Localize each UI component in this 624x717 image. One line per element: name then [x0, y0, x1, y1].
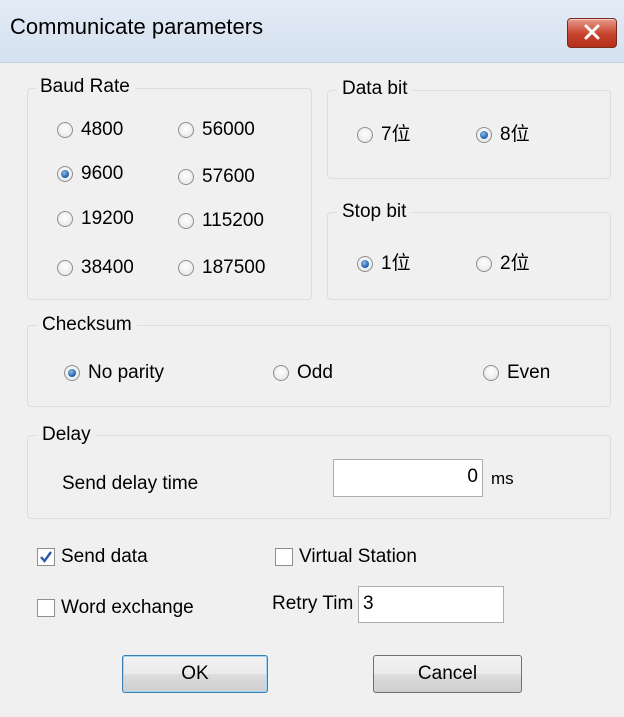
checksum-legend: Checksum: [37, 314, 137, 336]
radio-icon: [476, 256, 492, 272]
virtual-station-checkbox[interactable]: Virtual Station: [275, 546, 417, 568]
baud-rate-legend: Baud Rate: [35, 76, 135, 98]
baud-187500-radio[interactable]: 187500: [178, 257, 265, 279]
ok-button[interactable]: OK: [122, 655, 268, 693]
close-icon: [584, 24, 600, 40]
data-bit-8-radio[interactable]: 8位: [476, 124, 530, 146]
radio-icon: [178, 169, 194, 185]
radio-icon: [57, 211, 73, 227]
send-delay-label: Send delay time: [62, 473, 199, 494]
radio-icon: [483, 365, 499, 381]
delay-legend: Delay: [37, 424, 96, 446]
baud-115200-radio[interactable]: 115200: [178, 210, 264, 232]
radio-icon: [357, 127, 373, 143]
data-bit-legend: Data bit: [337, 78, 413, 100]
radio-icon: [273, 365, 289, 381]
checksum-no-parity-radio[interactable]: No parity: [64, 362, 164, 384]
close-button[interactable]: [567, 18, 617, 48]
checkbox-icon: [37, 599, 55, 617]
delay-unit-label: ms: [491, 469, 514, 488]
radio-selected-icon: [357, 256, 373, 272]
baud-57600-radio[interactable]: 57600: [178, 166, 255, 188]
radio-icon: [178, 122, 194, 138]
stop-bit-1-radio[interactable]: 1位: [357, 253, 411, 275]
word-exchange-checkbox[interactable]: Word exchange: [37, 597, 194, 619]
baud-38400-radio[interactable]: 38400: [57, 257, 134, 279]
checksum-odd-radio[interactable]: Odd: [273, 362, 333, 384]
baud-4800-radio[interactable]: 4800: [57, 119, 123, 141]
baud-19200-radio[interactable]: 19200: [57, 208, 134, 230]
radio-selected-icon: [64, 365, 80, 381]
stop-bit-2-radio[interactable]: 2位: [476, 253, 530, 275]
retry-time-input[interactable]: 3: [358, 586, 504, 623]
radio-icon: [57, 122, 73, 138]
radio-selected-icon: [57, 166, 73, 182]
radio-selected-icon: [476, 127, 492, 143]
title-bar: Communicate parameters: [0, 0, 624, 63]
window-title: Communicate parameters: [10, 14, 264, 39]
send-delay-input[interactable]: 0: [333, 459, 483, 497]
checksum-even-radio[interactable]: Even: [483, 362, 550, 384]
baud-9600-radio[interactable]: 9600: [57, 163, 123, 185]
checkbox-checked-icon: [37, 548, 55, 566]
radio-icon: [178, 260, 194, 276]
radio-icon: [178, 213, 194, 229]
retry-time-label: Retry Tim: [272, 593, 354, 614]
cancel-button[interactable]: Cancel: [373, 655, 522, 693]
checkbox-icon: [275, 548, 293, 566]
radio-icon: [57, 260, 73, 276]
data-bit-7-radio[interactable]: 7位: [357, 124, 411, 146]
send-data-checkbox[interactable]: Send data: [37, 546, 148, 568]
stop-bit-legend: Stop bit: [337, 201, 412, 223]
baud-56000-radio[interactable]: 56000: [178, 119, 255, 141]
